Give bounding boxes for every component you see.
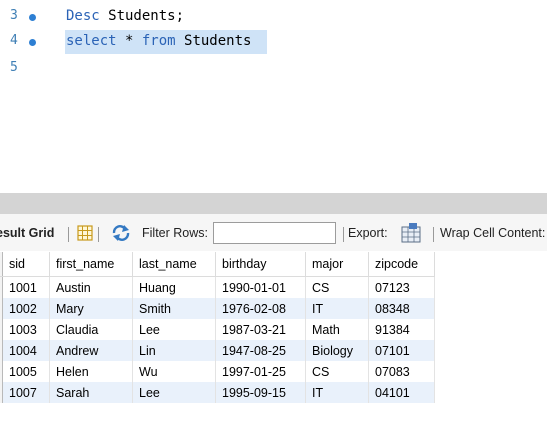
cell-first-name[interactable]: Claudia <box>49 319 133 340</box>
cell-sid[interactable]: 1002 <box>2 298 50 319</box>
cell-last-name[interactable]: Lin <box>132 340 216 361</box>
column-header-last-name[interactable]: last_name <box>132 252 216 277</box>
cell-birthday[interactable]: 1947-08-25 <box>215 340 306 361</box>
cell-sid[interactable]: 1001 <box>2 276 50 298</box>
code-line-3[interactable]: 3 Desc Students; <box>0 5 547 29</box>
column-header-major[interactable]: major <box>305 252 369 277</box>
cell-zipcode[interactable]: 07101 <box>368 340 435 361</box>
code-text: Desc Students; <box>66 8 184 24</box>
column-header-first-name[interactable]: first_name <box>49 252 133 277</box>
cell-zipcode[interactable]: 08348 <box>368 298 435 319</box>
sql-text: Students; <box>99 8 185 24</box>
form-editor-icon[interactable] <box>77 225 93 241</box>
sql-keyword: select <box>66 33 117 49</box>
wrap-cell-content-label[interactable]: Wrap Cell Content: <box>440 226 545 240</box>
cell-birthday[interactable]: 1995-09-15 <box>215 382 306 403</box>
cell-zipcode[interactable]: 04101 <box>368 382 435 403</box>
cell-major[interactable]: Biology <box>305 340 369 361</box>
cell-first-name[interactable]: Andrew <box>49 340 133 361</box>
export-label: Export: <box>348 226 388 240</box>
sql-editor[interactable]: 3 Desc Students; 4 select * from Student… <box>0 0 547 193</box>
cell-sid[interactable]: 1004 <box>2 340 50 361</box>
column-header-birthday[interactable]: birthday <box>215 252 306 277</box>
cell-first-name[interactable]: Mary <box>49 298 133 319</box>
result-grid-tab[interactable]: esult Grid <box>0 226 54 240</box>
table-row[interactable]: 1004 Andrew Lin 1947-08-25 Biology 07101 <box>0 340 435 361</box>
sql-keyword: Desc <box>66 8 100 24</box>
cell-last-name[interactable]: Smith <box>132 298 216 319</box>
cell-first-name[interactable]: Sarah <box>49 382 133 403</box>
cell-birthday[interactable]: 1990-01-01 <box>215 276 306 298</box>
code-line-5[interactable]: 5 <box>0 57 547 81</box>
panel-splitter[interactable] <box>0 193 547 214</box>
filter-rows-input[interactable] <box>213 222 336 244</box>
refresh-icon[interactable] <box>111 224 131 242</box>
line-number: 4 <box>10 33 18 48</box>
table-row[interactable]: 1002 Mary Smith 1976-02-08 IT 08348 <box>0 298 435 319</box>
table-row[interactable]: 1003 Claudia Lee 1987-03-21 Math 91384 <box>0 319 435 340</box>
filter-rows-label: Filter Rows: <box>142 226 208 240</box>
sql-text: * <box>116 33 142 49</box>
statement-marker-icon[interactable] <box>29 14 36 21</box>
table-row[interactable]: 1007 Sarah Lee 1995-09-15 IT 04101 <box>0 382 435 403</box>
cell-sid[interactable]: 1005 <box>2 361 50 382</box>
code-text: select * from Students <box>66 33 251 49</box>
cell-last-name[interactable]: Huang <box>132 276 216 298</box>
cell-zipcode[interactable]: 91384 <box>368 319 435 340</box>
statement-marker-icon[interactable] <box>29 39 36 46</box>
code-line-4[interactable]: 4 select * from Students <box>0 30 547 54</box>
cell-last-name[interactable]: Lee <box>132 382 216 403</box>
cell-sid[interactable]: 1003 <box>2 319 50 340</box>
cell-birthday[interactable]: 1976-02-08 <box>215 298 306 319</box>
toolbar-divider <box>98 227 99 242</box>
cell-first-name[interactable]: Helen <box>49 361 133 382</box>
cell-birthday[interactable]: 1987-03-21 <box>215 319 306 340</box>
column-header-zipcode[interactable]: zipcode <box>368 252 435 277</box>
cell-first-name[interactable]: Austin <box>49 276 133 298</box>
cell-birthday[interactable]: 1997-01-25 <box>215 361 306 382</box>
sql-text: Students <box>175 33 252 49</box>
cell-last-name[interactable]: Lee <box>132 319 216 340</box>
export-icon[interactable] <box>401 223 423 243</box>
cell-major[interactable]: CS <box>305 361 369 382</box>
toolbar-divider <box>68 227 69 242</box>
column-header-sid[interactable]: sid <box>2 252 50 277</box>
cell-sid[interactable]: 1007 <box>2 382 50 403</box>
cell-major[interactable]: CS <box>305 276 369 298</box>
table-row[interactable]: 1005 Helen Wu 1997-01-25 CS 07083 <box>0 361 435 382</box>
toolbar-divider <box>343 227 344 242</box>
result-grid[interactable]: sid first_name last_name birthday major … <box>0 251 547 426</box>
sql-keyword: from <box>141 33 176 49</box>
cell-zipcode[interactable]: 07123 <box>368 276 435 298</box>
line-number: 5 <box>10 60 18 75</box>
header-row: sid first_name last_name birthday major … <box>0 252 435 277</box>
line-number: 3 <box>10 8 18 23</box>
cell-last-name[interactable]: Wu <box>132 361 216 382</box>
toolbar-divider <box>433 227 434 242</box>
cell-zipcode[interactable]: 07083 <box>368 361 435 382</box>
cell-major[interactable]: Math <box>305 319 369 340</box>
table-row[interactable]: 1001 Austin Huang 1990-01-01 CS 07123 <box>0 276 435 298</box>
cell-major[interactable]: IT <box>305 382 369 403</box>
cell-major[interactable]: IT <box>305 298 369 319</box>
result-table: sid first_name last_name birthday major … <box>0 252 435 403</box>
